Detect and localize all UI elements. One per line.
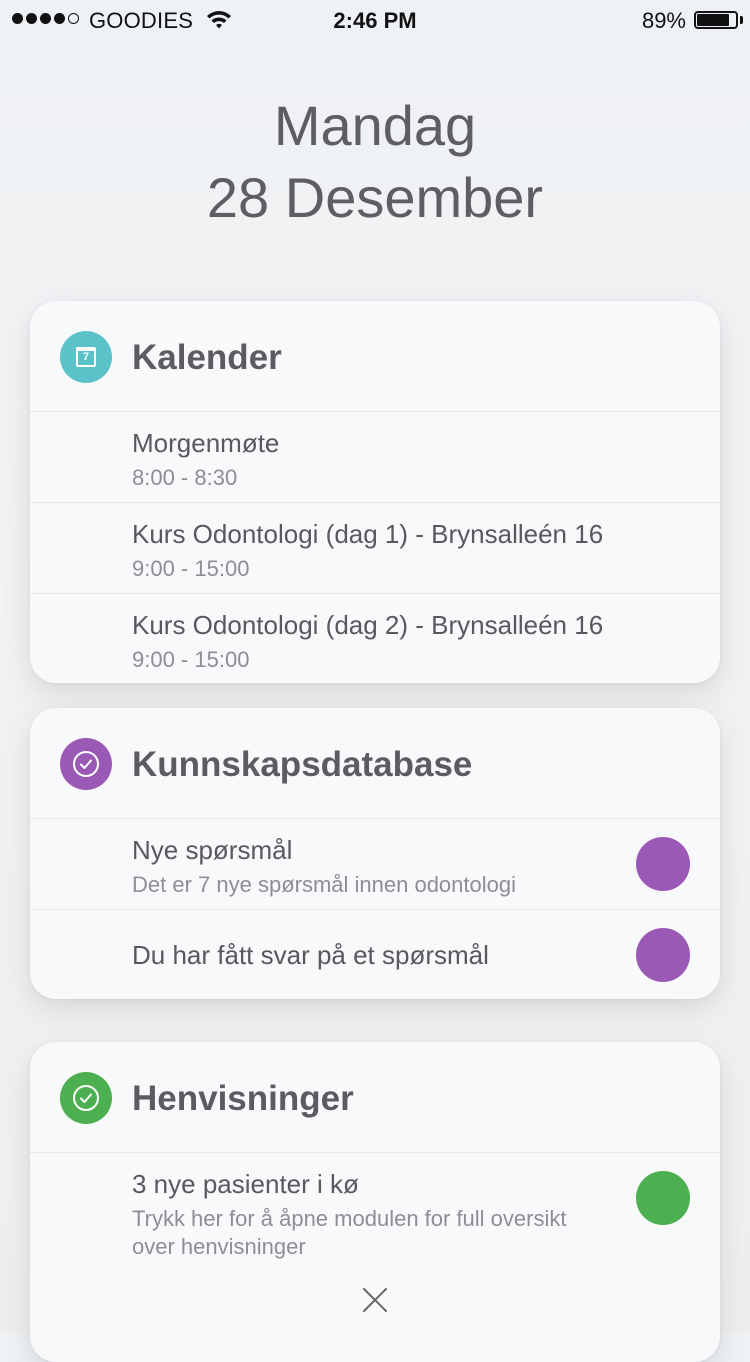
event-title: Morgenmøte xyxy=(132,428,280,458)
date-header: Mandag 28 Desember xyxy=(0,90,750,234)
item-subtitle: Det er 7 nye spørsmål innen odontologi xyxy=(132,872,516,897)
checkmark-icon xyxy=(60,1072,112,1124)
event-time: 8:00 - 8:30 xyxy=(132,465,238,490)
item-title: 3 nye pasienter i kø xyxy=(132,1169,359,1199)
knowledge-base-widget-title: Kunnskapsdatabase xyxy=(132,745,473,784)
knowledge-item[interactable]: Du har fått svar på et spørsmål xyxy=(30,910,720,999)
item-title: Nye spørsmål xyxy=(132,835,293,865)
referrals-widget-header[interactable]: Henvisninger xyxy=(30,1042,720,1153)
calendar-icon: 7 xyxy=(60,331,112,383)
knowledge-base-widget[interactable]: Kunnskapsdatabase Nye spørsmål Det er 7 … xyxy=(30,708,720,999)
battery-percentage: 89% xyxy=(641,8,686,33)
event-time: 9:00 - 15:00 xyxy=(132,647,250,672)
event-title: Kurs Odontologi (dag 2) - Brynsalleén 16 xyxy=(132,610,604,640)
unread-badge xyxy=(636,1171,690,1225)
status-bar: GOODIES 2:46 PM 89% xyxy=(0,0,750,40)
knowledge-base-widget-header[interactable]: Kunnskapsdatabase xyxy=(30,708,720,819)
event-time: 9:00 - 15:00 xyxy=(132,556,250,581)
date-label: 28 Desember xyxy=(206,166,544,229)
battery-icon xyxy=(694,11,738,29)
calendar-widget-title: Kalender xyxy=(132,338,282,377)
calendar-event[interactable]: Kurs Odontologi (dag 1) - Brynsalleén 16… xyxy=(30,503,720,594)
unread-badge xyxy=(636,837,690,891)
referrals-widget-title: Henvisninger xyxy=(132,1079,354,1118)
battery-fill xyxy=(697,14,729,26)
battery-tip xyxy=(740,16,743,24)
close-icon[interactable] xyxy=(361,1286,389,1314)
item-subtitle-line1: Trykk her for å åpne modulen for full ov… xyxy=(132,1206,567,1231)
referral-item[interactable]: 3 nye pasienter i kø Trykk her for å åpn… xyxy=(30,1153,720,1353)
event-title: Kurs Odontologi (dag 1) - Brynsalleén 16 xyxy=(132,519,604,549)
calendar-event[interactable]: Morgenmøte 8:00 - 8:30 xyxy=(30,412,720,503)
calendar-widget-header[interactable]: 7 Kalender xyxy=(30,301,720,412)
checkmark-icon xyxy=(60,738,112,790)
item-subtitle-line2: over henvisninger xyxy=(132,1234,306,1259)
weekday-label: Mandag xyxy=(273,94,477,157)
status-time: 2:46 PM xyxy=(333,8,417,33)
calendar-event[interactable]: Kurs Odontologi (dag 2) - Brynsalleén 16… xyxy=(30,594,720,683)
calendar-widget[interactable]: 7 Kalender Morgenmøte 8:00 - 8:30 Kurs O… xyxy=(30,301,720,683)
item-title: Du har fått svar på et spørsmål xyxy=(132,940,489,970)
referrals-widget[interactable]: Henvisninger 3 nye pasienter i kø Trykk … xyxy=(30,1042,720,1362)
unread-badge xyxy=(636,928,690,982)
knowledge-item[interactable]: Nye spørsmål Det er 7 nye spørsmål innen… xyxy=(30,819,720,910)
